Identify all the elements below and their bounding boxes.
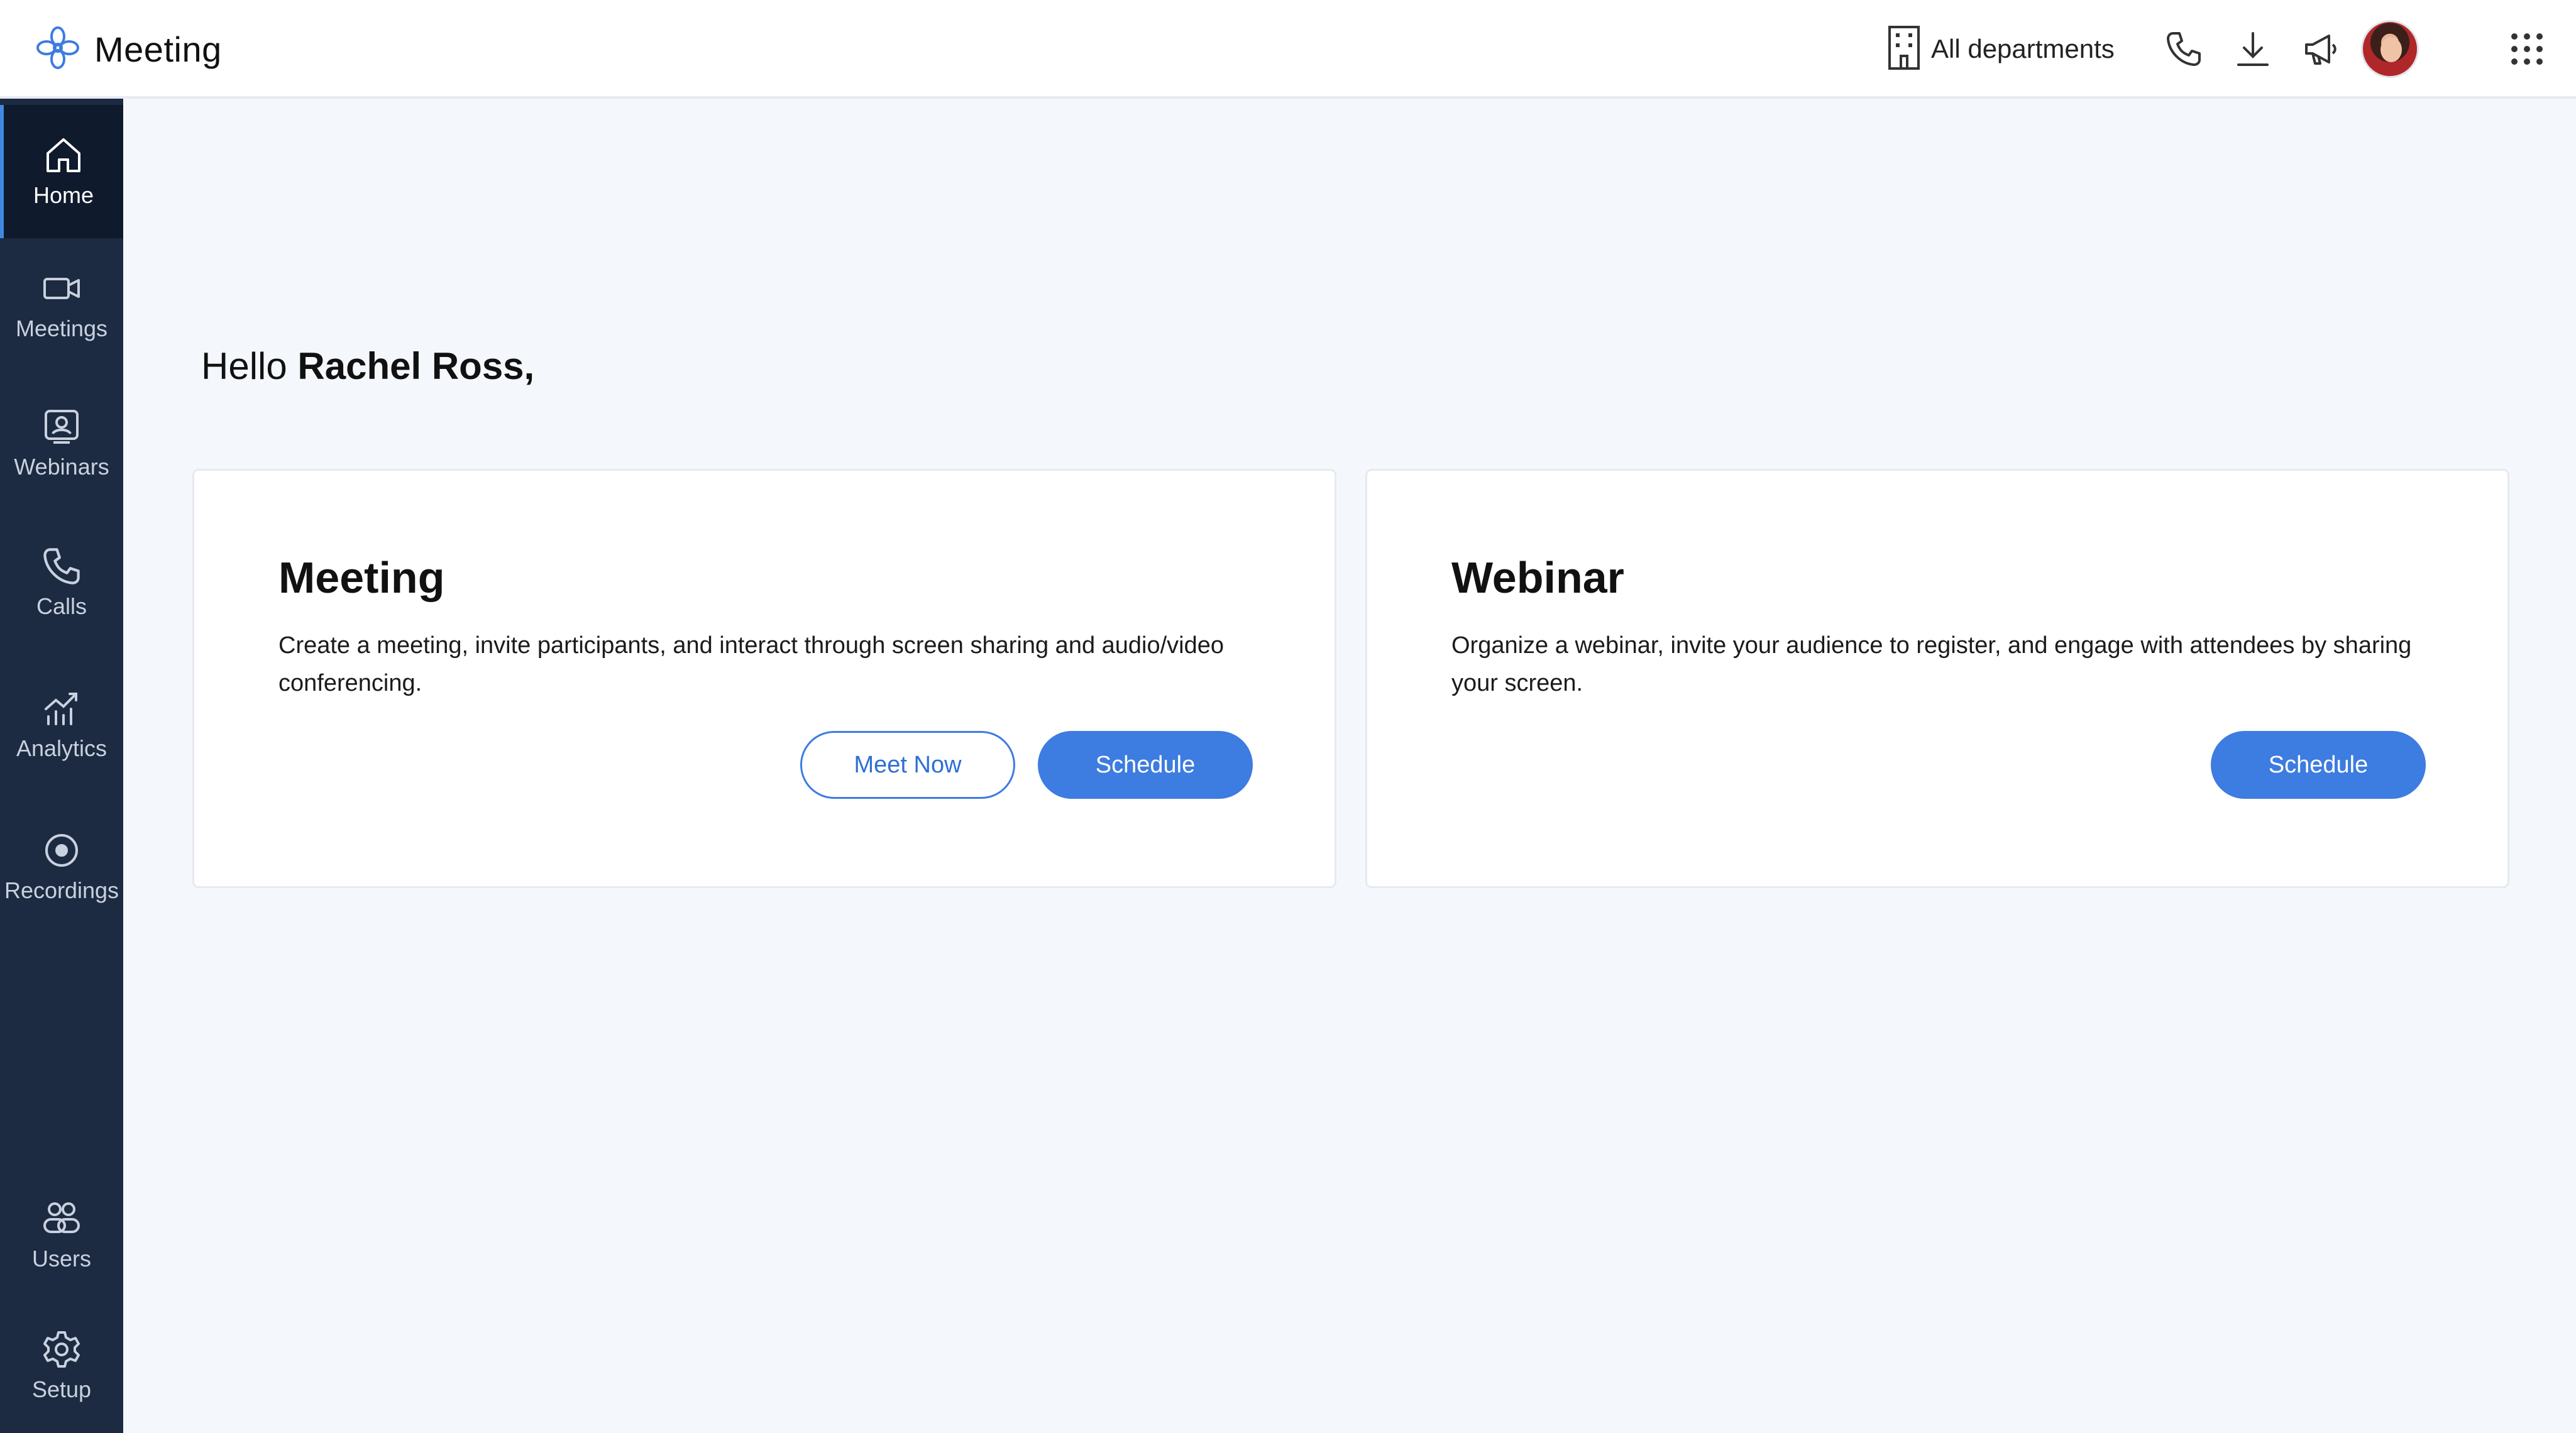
meeting-card: Meeting Create a meeting, invite partici… <box>192 469 1336 888</box>
webinar-card: Webinar Organize a webinar, invite your … <box>1365 469 2509 888</box>
phone-icon[interactable] <box>2162 28 2205 70</box>
meet-now-button[interactable]: Meet Now <box>800 731 1015 799</box>
top-bar: Meeting All departments <box>0 0 2576 99</box>
card-description: Create a meeting, invite participants, a… <box>278 632 1225 696</box>
department-label: All departments <box>1931 34 2115 63</box>
sidebar-item-label: Users <box>31 1246 91 1271</box>
home-icon <box>47 138 80 172</box>
phone-icon <box>43 548 80 585</box>
sidebar-item-label: Webinars <box>14 454 109 480</box>
video-camera-icon <box>43 278 80 299</box>
avatar[interactable] <box>2361 20 2419 78</box>
department-selector[interactable]: All departments <box>1885 25 2115 73</box>
card-title: Webinar <box>1451 553 1624 602</box>
sidebar: Home Meetings Webinars Calls Analytics R… <box>0 99 123 1433</box>
sidebar-item-setup[interactable]: Setup <box>0 1299 123 1432</box>
building-icon <box>1885 25 1924 74</box>
download-icon[interactable] <box>2232 28 2274 70</box>
card-title: Meeting <box>278 553 445 602</box>
sidebar-item-calls[interactable]: Calls <box>0 516 123 649</box>
sidebar-item-label: Home <box>33 182 94 208</box>
analytics-icon <box>45 693 77 725</box>
flower-logo-icon <box>35 25 80 74</box>
app-brand[interactable]: Meeting <box>35 25 222 73</box>
megaphone-icon[interactable] <box>2299 28 2342 70</box>
sidebar-item-users[interactable]: Users <box>0 1168 123 1302</box>
sidebar-item-label: Setup <box>31 1376 92 1402</box>
sidebar-item-label: Calls <box>36 593 87 619</box>
schedule-meeting-button[interactable]: Schedule <box>1038 731 1253 799</box>
sidebar-item-webinars[interactable]: Webinars <box>0 376 123 510</box>
sidebar-item-label: Recordings <box>4 877 119 903</box>
sidebar-item-meetings[interactable]: Meetings <box>0 238 123 371</box>
sidebar-item-home[interactable]: Home <box>0 105 123 238</box>
header-actions: All departments <box>1885 0 2576 99</box>
webinar-icon <box>45 410 79 444</box>
card-description: Organize a webinar, invite your audience… <box>1451 632 2412 696</box>
greeting: Hello Rachel Ross, <box>201 344 534 388</box>
sidebar-item-analytics[interactable]: Analytics <box>0 658 123 791</box>
gear-icon <box>43 1331 80 1368</box>
record-icon <box>45 834 78 867</box>
apps-grid-icon[interactable] <box>2506 28 2548 70</box>
user-name: Rachel Ross, <box>297 345 535 387</box>
users-icon <box>43 1202 80 1233</box>
app-title: Meeting <box>94 29 222 69</box>
sidebar-item-recordings[interactable]: Recordings <box>0 800 123 933</box>
sidebar-item-label: Analytics <box>16 735 107 761</box>
sidebar-item-label: Meetings <box>15 316 108 341</box>
greeting-prefix: Hello <box>201 345 298 387</box>
schedule-webinar-button[interactable]: Schedule <box>2211 731 2426 799</box>
